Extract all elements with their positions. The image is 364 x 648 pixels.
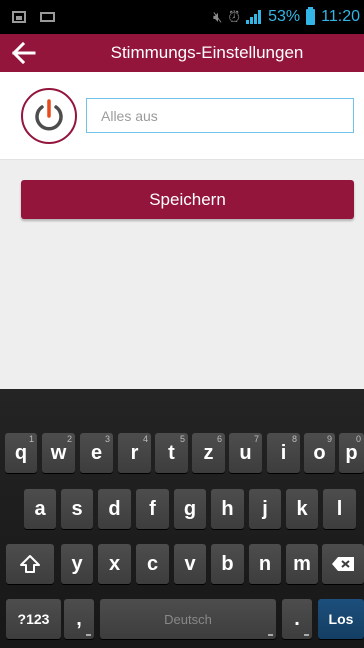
key-e[interactable]: e3	[80, 433, 113, 473]
app-bar: Stimmungs-Einstellungen	[0, 34, 364, 72]
key-t[interactable]: t5	[155, 433, 188, 473]
key-m[interactable]: m	[286, 544, 318, 584]
key-v[interactable]: v	[174, 544, 206, 584]
period-key[interactable]: .	[282, 599, 312, 639]
key-s[interactable]: s	[61, 489, 93, 529]
key-b[interactable]: b	[211, 544, 244, 584]
key-label: p	[345, 441, 358, 464]
key-n[interactable]: n	[249, 544, 281, 584]
key-label: ,	[76, 607, 82, 630]
mute-icon: 🔇︎	[212, 8, 223, 26]
key-q[interactable]: q1	[5, 433, 37, 473]
power-toggle-button[interactable]	[21, 88, 77, 144]
key-tick	[268, 634, 273, 636]
page-title: Stimmungs-Einstellungen	[110, 43, 304, 62]
key-h[interactable]: h	[211, 489, 244, 529]
key-g[interactable]: g	[174, 489, 206, 529]
key-y[interactable]: y	[61, 544, 93, 584]
status-indicators: 🔇︎ ⏰︎ 53% 11:20	[212, 7, 360, 26]
key-hint: 6	[216, 434, 222, 444]
key-label: i	[280, 441, 287, 464]
save-button[interactable]: Speichern	[21, 180, 354, 219]
keyboard-notification-icon	[40, 12, 55, 22]
key-hint: 0	[355, 434, 361, 444]
key-i[interactable]: i8	[267, 433, 300, 473]
key-hint: 5	[179, 434, 185, 444]
space-label: Deutsch	[164, 611, 212, 627]
arrow-left-icon	[11, 41, 36, 65]
shift-icon	[20, 555, 40, 573]
clock: 11:20	[321, 8, 360, 25]
key-d[interactable]: d	[98, 489, 131, 529]
key-hint: 1	[28, 434, 34, 444]
key-p[interactable]: p0	[339, 433, 364, 473]
backspace-icon	[332, 557, 354, 571]
key-w[interactable]: w2	[42, 433, 75, 473]
key-tick	[86, 634, 91, 636]
notification-icons	[12, 11, 55, 23]
battery-percent: 53%	[268, 8, 301, 25]
power-icon	[35, 99, 63, 131]
mood-card	[0, 72, 364, 160]
key-x[interactable]: x	[98, 544, 131, 584]
key-label: z	[203, 441, 214, 464]
key-label: e	[90, 441, 103, 464]
key-j[interactable]: j	[249, 489, 281, 529]
status-bar: 🔇︎ ⏰︎ 53% 11:20	[0, 0, 364, 34]
key-u[interactable]: u7	[229, 433, 262, 473]
mood-name-input[interactable]	[86, 98, 354, 133]
key-r[interactable]: r4	[118, 433, 151, 473]
enter-key[interactable]: Los	[318, 599, 364, 639]
back-button[interactable]	[8, 38, 44, 68]
symbols-key[interactable]: ?123	[6, 599, 61, 639]
key-k[interactable]: k	[286, 489, 318, 529]
key-label: q	[14, 441, 28, 464]
key-hint: 8	[291, 434, 297, 444]
screenshot-icon	[12, 11, 26, 23]
key-l[interactable]: l	[323, 489, 356, 529]
key-c[interactable]: c	[136, 544, 169, 584]
key-o[interactable]: o9	[304, 433, 335, 473]
key-label: u	[239, 441, 252, 464]
battery-icon	[306, 7, 316, 25]
soft-keyboard: q1 w2 e3 r4 t5 z6 u7 i8 o9 p0 a s d f g …	[0, 389, 364, 648]
key-label: .	[294, 607, 300, 630]
key-label: w	[50, 441, 67, 464]
key-label: o	[313, 441, 326, 464]
shift-key[interactable]	[6, 544, 54, 584]
key-hint: 9	[326, 434, 332, 444]
key-hint: 2	[66, 434, 72, 444]
key-label: t	[168, 441, 175, 464]
key-a[interactable]: a	[24, 489, 56, 529]
key-z[interactable]: z6	[192, 433, 225, 473]
comma-key[interactable]: ,	[64, 599, 94, 639]
key-tick	[304, 634, 309, 636]
key-hint: 7	[253, 434, 259, 444]
key-label: r	[130, 441, 139, 464]
key-hint: 4	[142, 434, 148, 444]
space-key[interactable]: Deutsch	[100, 599, 276, 639]
signal-icon	[246, 10, 262, 24]
backspace-key[interactable]	[322, 544, 364, 584]
key-f[interactable]: f	[136, 489, 169, 529]
key-hint: 3	[104, 434, 110, 444]
alarm-icon: ⏰︎	[228, 8, 241, 26]
